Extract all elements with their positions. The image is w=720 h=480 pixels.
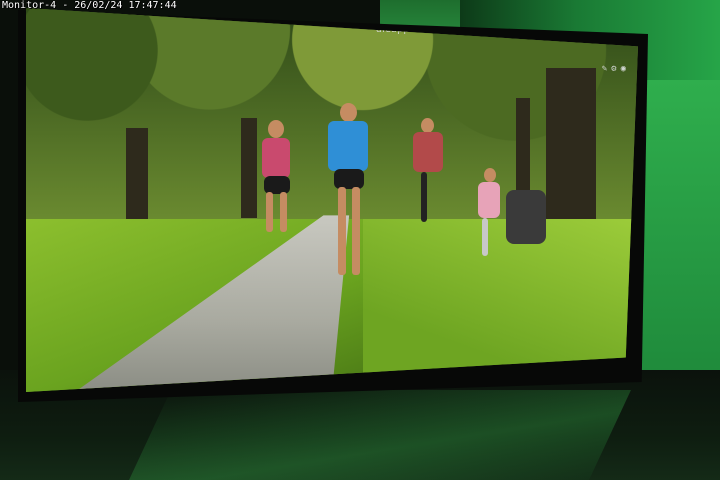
stroller bbox=[506, 190, 546, 244]
pen-icon: ✎ bbox=[601, 64, 608, 74]
camera-timestamp-overlay: Monitor-4 - 26/02/24 17:47:44 bbox=[0, 0, 179, 11]
overlay-separator: - bbox=[56, 0, 75, 11]
monitor-osd-icons: ✎ ⚙ ◉ bbox=[598, 64, 626, 74]
settings-icon: ⚙ bbox=[611, 64, 617, 74]
eye-icon: ◉ bbox=[620, 64, 626, 74]
overlay-time: 17:47:44 bbox=[128, 0, 177, 11]
overlay-date: 26/02/24 bbox=[74, 0, 123, 11]
monitor-screen: dieapp ✎⚙◉ bbox=[26, 8, 638, 392]
tree-trunk bbox=[241, 118, 257, 218]
camera-name: Monitor-4 bbox=[2, 0, 57, 11]
photo-scene: dieapp ✎⚙◉ Monitor-4 - 26/02/24 17:47:44 bbox=[0, 0, 720, 480]
desk-reflection bbox=[129, 390, 631, 480]
